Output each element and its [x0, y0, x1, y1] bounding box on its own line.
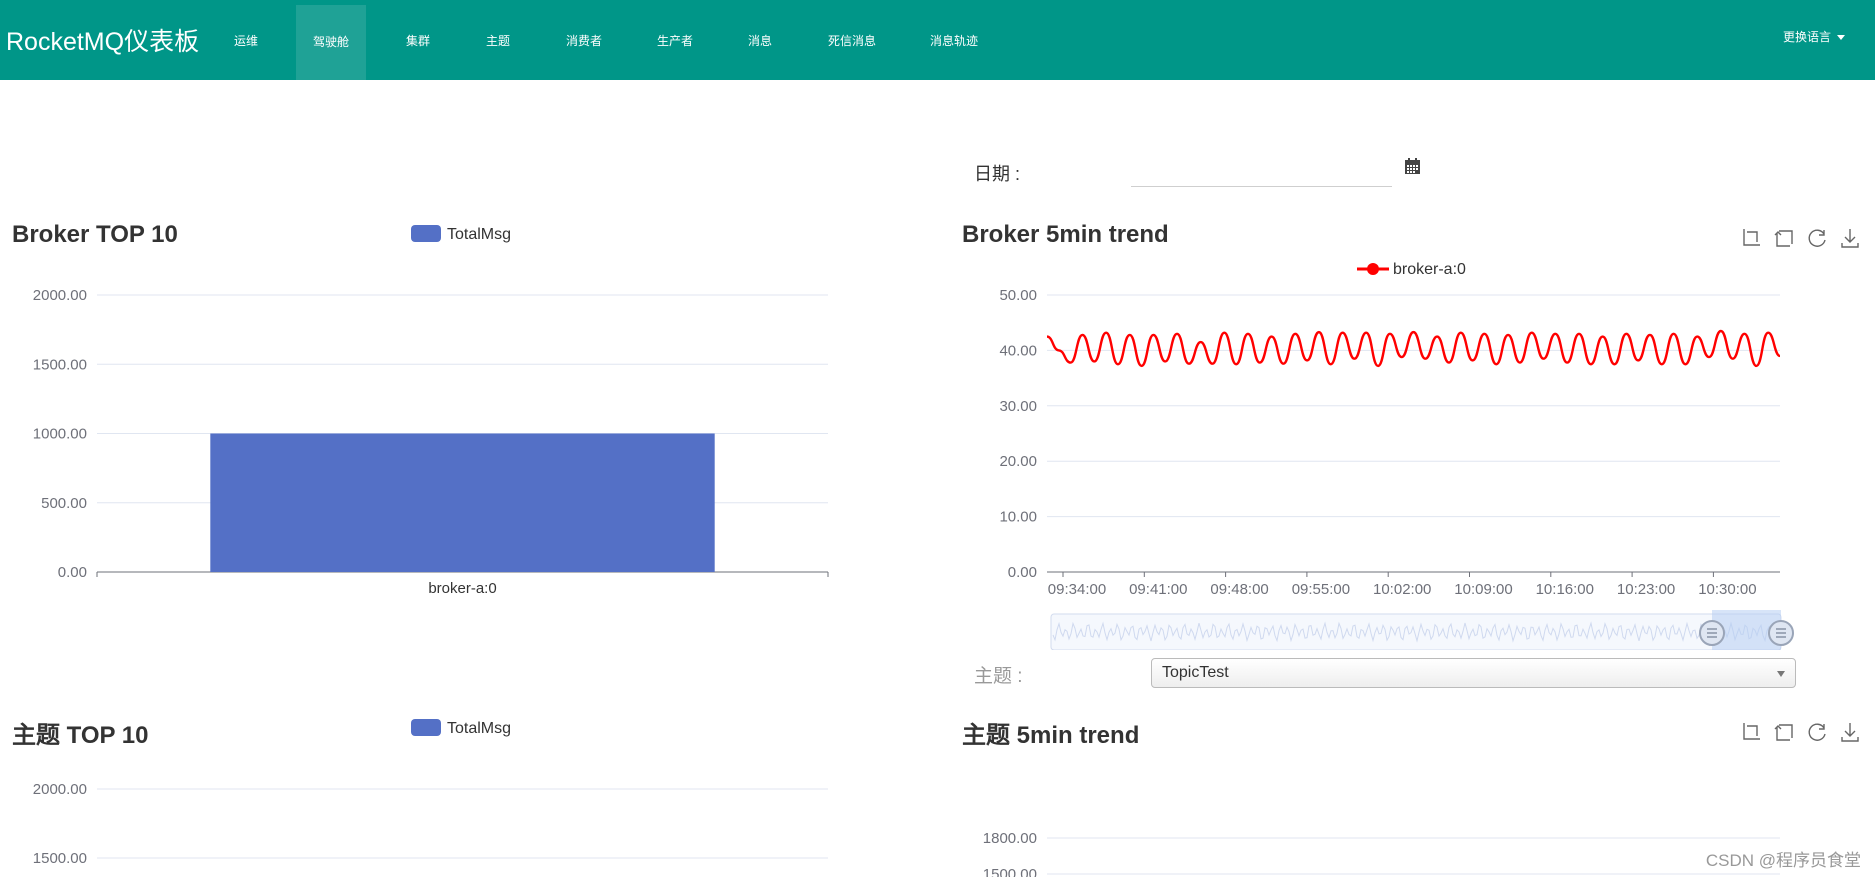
language-dropdown[interactable]: 更换语言: [1783, 28, 1845, 45]
x-tick-label: 10:30:00: [1698, 581, 1756, 598]
bar: [210, 433, 715, 572]
y-tick-label: 50.00: [999, 287, 1037, 304]
y-tick-label: 1000.00: [33, 426, 87, 443]
topic-trend-title: 主题 5min trend: [962, 722, 1140, 749]
x-tick-label: 09:55:00: [1292, 581, 1350, 598]
y-tick-label: 1500.00: [33, 850, 87, 867]
date-input[interactable]: [1131, 152, 1392, 187]
nav-item[interactable]: 主题: [484, 0, 512, 80]
watermark: CSDN @程序员食堂: [1705, 851, 1861, 870]
x-tick-label: broker-a:0: [428, 580, 496, 597]
top-navbar: RocketMQ仪表板 运维 驾驶舱 集群 主题 消费者 生产者 消息 死信消息 消息轨迹 更换…: [0, 0, 1875, 80]
y-tick-label: 1800.00: [983, 830, 1037, 847]
nav-item[interactable]: 消费者: [564, 0, 604, 80]
broker-top10-chart: 0.00 500.00 1000.00 1500.00 2000.00 broker-a:…: [33, 287, 829, 597]
x-tick-label: 10:16:00: [1536, 581, 1594, 598]
y-tick-label: 40.00: [999, 342, 1037, 359]
nav-item[interactable]: 运维: [232, 0, 260, 80]
data-zoom-icon[interactable]: [1740, 227, 1762, 249]
y-tick-label: 2000.00: [33, 781, 87, 798]
data-zoom-track: [1050, 613, 1782, 650]
calendar-icon[interactable]: [1404, 158, 1421, 175]
y-tick-label: 500.00: [41, 495, 87, 512]
nav-item[interactable]: 驾驶舱: [296, 5, 366, 80]
legend-label: TotalMsg: [447, 226, 512, 243]
zoom-reset-icon[interactable]: [1773, 721, 1795, 743]
save-image-icon[interactable]: [1839, 721, 1861, 743]
nav-item[interactable]: 消息轨迹: [928, 0, 980, 80]
x-tick-label: 10:23:00: [1617, 581, 1675, 598]
y-tick-label: 1500.00: [33, 356, 87, 373]
topic-trend-toolbox: [1740, 721, 1860, 747]
y-tick-label: 2000.00: [33, 287, 87, 304]
topic-selected-value: TopicTest: [1162, 664, 1229, 681]
topic-top10-title: 主题 TOP 10: [12, 722, 149, 749]
y-tick-label: 20.00: [999, 453, 1037, 470]
broker-top10-legend[interactable]: TotalMsg: [411, 225, 511, 244]
y-tick-label: 30.00: [999, 398, 1037, 415]
broker-top10-title: Broker TOP 10: [12, 221, 178, 248]
data-zoom-icon[interactable]: [1740, 721, 1762, 743]
data-zoom-handle: [1768, 620, 1794, 646]
x-tick-label: 10:02:00: [1373, 581, 1431, 598]
restore-icon[interactable]: [1806, 721, 1828, 743]
legend-swatch: [411, 719, 441, 736]
chevron-down-icon: [1777, 671, 1785, 677]
nav-item[interactable]: 消息: [746, 0, 774, 80]
save-image-icon[interactable]: [1839, 227, 1861, 249]
data-zoom-handle: [1699, 620, 1725, 646]
x-tick-label: 09:41:00: [1129, 581, 1187, 598]
broker-trend-toolbox: [1740, 227, 1860, 253]
data-zoom-slider: [1050, 610, 1794, 650]
topic-top10-chart: 2000.00 1500.00: [33, 781, 828, 867]
broker-trend-title: Broker 5min trend: [962, 221, 1169, 248]
legend-swatch: [411, 225, 441, 242]
legend-label: TotalMsg: [447, 720, 512, 737]
y-tick-label: 10.00: [999, 509, 1037, 526]
chevron-down-icon: [1837, 35, 1845, 41]
y-tick-label: 0.00: [1008, 564, 1037, 581]
nav-item[interactable]: 死信消息: [826, 0, 878, 80]
language-label: 更换语言: [1782, 30, 1831, 44]
topic-label: 主题 :: [974, 666, 1023, 687]
y-tick-label: 0.00: [58, 564, 87, 581]
nav-item[interactable]: 集群: [404, 0, 432, 80]
restore-icon[interactable]: [1806, 227, 1828, 249]
zoom-reset-icon[interactable]: [1773, 227, 1795, 249]
y-tick-label: 1500.00: [983, 866, 1037, 877]
x-tick-label: 09:48:00: [1210, 581, 1268, 598]
app-brand[interactable]: RocketMQ仪表板: [6, 22, 199, 58]
date-label: 日期 :: [974, 164, 1021, 184]
nav-item[interactable]: 生产者: [655, 0, 695, 80]
series-line: [1046, 329, 1781, 368]
x-tick-label: 09:34:00: [1048, 581, 1106, 598]
topic-select[interactable]: TopicTest: [1151, 658, 1796, 688]
broker-trend-chart: 0.00 10.00 20.00 30.00 40.00 50.00 09:34:00 09:…: [999, 287, 1794, 650]
x-tick-label: 10:09:00: [1454, 581, 1512, 598]
topic-top10-legend[interactable]: TotalMsg: [411, 719, 511, 738]
